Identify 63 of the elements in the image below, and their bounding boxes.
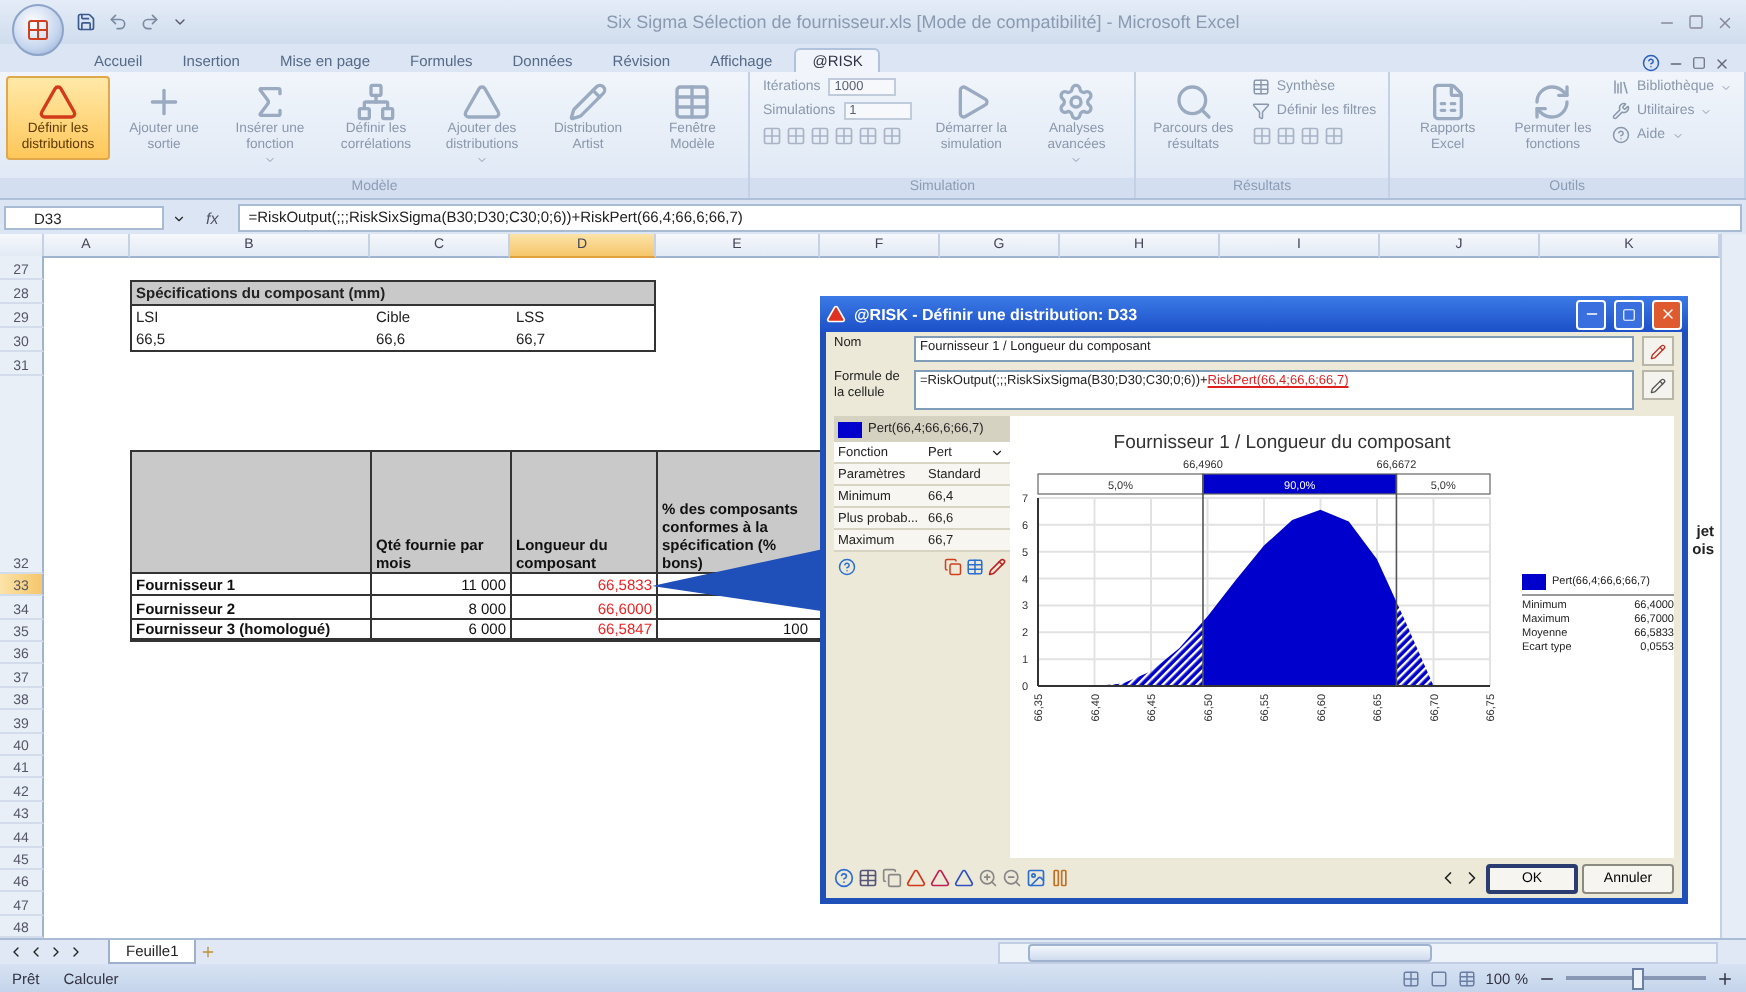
table-icon[interactable] — [858, 868, 878, 888]
vertical-scrollbar[interactable] — [1720, 234, 1746, 938]
tail-band — [1395, 473, 1491, 495]
filter-icon — [1252, 102, 1271, 120]
close-button[interactable] — [1652, 299, 1682, 329]
library-icon — [1612, 78, 1631, 96]
pause-icon[interactable] — [1050, 868, 1070, 888]
help-icon[interactable] — [838, 558, 856, 576]
maximize-icon — [1622, 307, 1636, 321]
redo-icon[interactable] — [140, 12, 160, 32]
spreadsheet-icon — [1427, 82, 1468, 122]
help-icon[interactable] — [1642, 54, 1660, 72]
maximize-icon[interactable] — [1688, 14, 1704, 30]
zoom-in-icon[interactable] — [1716, 969, 1734, 987]
pencil-icon — [568, 82, 608, 122]
close-icon — [1659, 306, 1675, 322]
pencil-button[interactable] — [1642, 336, 1674, 366]
table-icon[interactable] — [966, 558, 984, 576]
grid-icon[interactable] — [1401, 969, 1420, 987]
grid-icon — [26, 18, 50, 42]
close-icon[interactable] — [1714, 55, 1730, 71]
wrench-icon — [1612, 102, 1631, 120]
chart-title: Fournisseur 1 / Longueur du composant — [1111, 430, 1453, 454]
settings-icon — [1056, 82, 1097, 122]
window-title: Six Sigma Sélection de fournisseur.xls [Mode de compatibilité] - Microsoft Excel — [604, 12, 1242, 32]
dialog-title: @RISK - Définir une distribution: D33 — [854, 305, 1140, 323]
caret-icon[interactable] — [172, 211, 186, 225]
copy-icon[interactable] — [944, 558, 962, 576]
page-icon[interactable] — [1429, 969, 1448, 987]
table-icon — [672, 82, 713, 122]
edit-button[interactable] — [1642, 370, 1674, 400]
slider-thumb[interactable] — [1632, 968, 1644, 990]
caret-icon[interactable] — [990, 445, 1004, 459]
refresh-icon — [1532, 82, 1573, 122]
caret-icon[interactable] — [172, 14, 188, 30]
network-icon — [356, 82, 396, 122]
close-icon[interactable] — [1716, 13, 1734, 31]
horizontal-scrollbar[interactable] — [998, 941, 1718, 963]
fx-label: fx — [204, 209, 221, 227]
table-icon — [1252, 78, 1271, 96]
triangle-icon — [38, 82, 78, 122]
pencil-icon — [1650, 377, 1666, 393]
legend-swatch — [1522, 574, 1546, 590]
restore-icon[interactable] — [1692, 56, 1706, 70]
save-icon[interactable] — [76, 12, 96, 32]
undo-icon[interactable] — [108, 12, 128, 32]
copy-icon[interactable] — [882, 868, 902, 888]
scroll-thumb[interactable] — [1028, 943, 1432, 961]
pencil-icon — [1650, 343, 1666, 359]
triangle-icon — [462, 82, 502, 122]
color-swatch — [838, 421, 862, 437]
office-button[interactable] — [12, 4, 64, 56]
minimize-button[interactable] — [1576, 299, 1606, 329]
triangle-icon — [826, 304, 846, 324]
maximize-button[interactable] — [1614, 299, 1644, 329]
image-icon[interactable] — [1026, 868, 1046, 888]
table-icon[interactable] — [1457, 969, 1476, 987]
zoom-out-icon[interactable] — [1002, 868, 1022, 888]
search-icon — [1173, 82, 1214, 122]
zoom-in-icon[interactable] — [978, 868, 998, 888]
pencil-icon[interactable] — [988, 558, 1006, 576]
help-icon — [1612, 126, 1631, 144]
help-icon[interactable] — [834, 868, 854, 888]
